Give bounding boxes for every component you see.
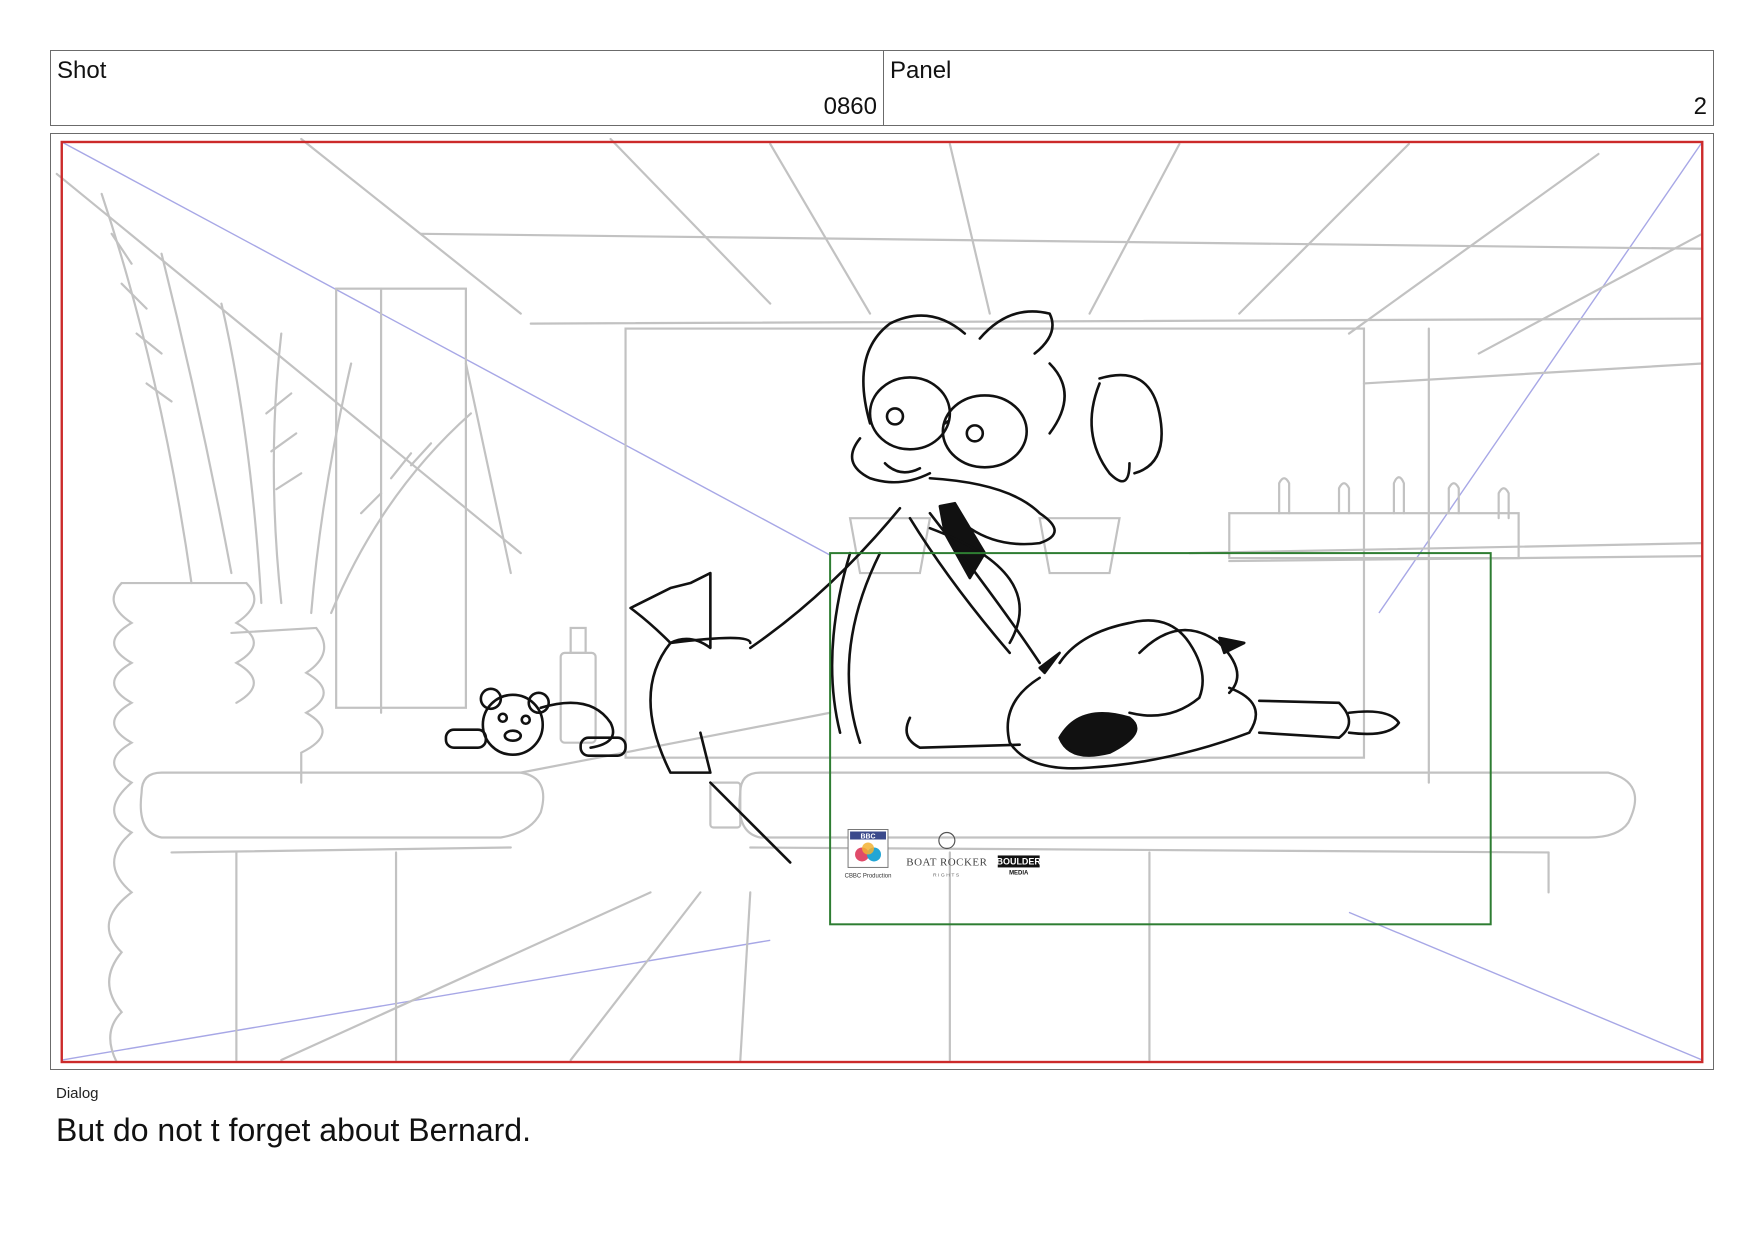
boat-rocker-sub: RIGHTS (933, 872, 961, 878)
boulder-sub: MEDIA (1009, 870, 1029, 876)
shot-header: Shot 0860 Panel 2 (50, 50, 1714, 126)
panel-cell: Panel 2 (884, 51, 1713, 125)
storyboard-drawing: BBC CBBC Production BOAT ROCKER RIGHTS B… (55, 137, 1704, 1064)
panel-label: Panel (890, 57, 952, 84)
perspective-guides (61, 141, 1703, 1061)
shot-cell: Shot 0860 (51, 51, 884, 125)
storyboard-frame: BBC CBBC Production BOAT ROCKER RIGHTS B… (50, 133, 1714, 1070)
shot-label: Shot (57, 57, 107, 84)
dialog-text: But do not t forget about Bernard. (56, 1112, 531, 1148)
dialog-label: Dialog (56, 1085, 99, 1102)
bbc-mark: BBC (860, 833, 875, 840)
boat-rocker-icon (938, 831, 956, 850)
boulder-logo: BOULDER (997, 856, 1042, 866)
panel-number: 2 (1693, 93, 1707, 120)
title-safe-frame (829, 552, 1492, 926)
character-sketch (444, 310, 1401, 864)
shot-number: 0860 (823, 93, 877, 120)
boat-rocker-logo: BOAT ROCKER (906, 856, 987, 868)
bbc-caption: CBBC Production (845, 873, 892, 879)
